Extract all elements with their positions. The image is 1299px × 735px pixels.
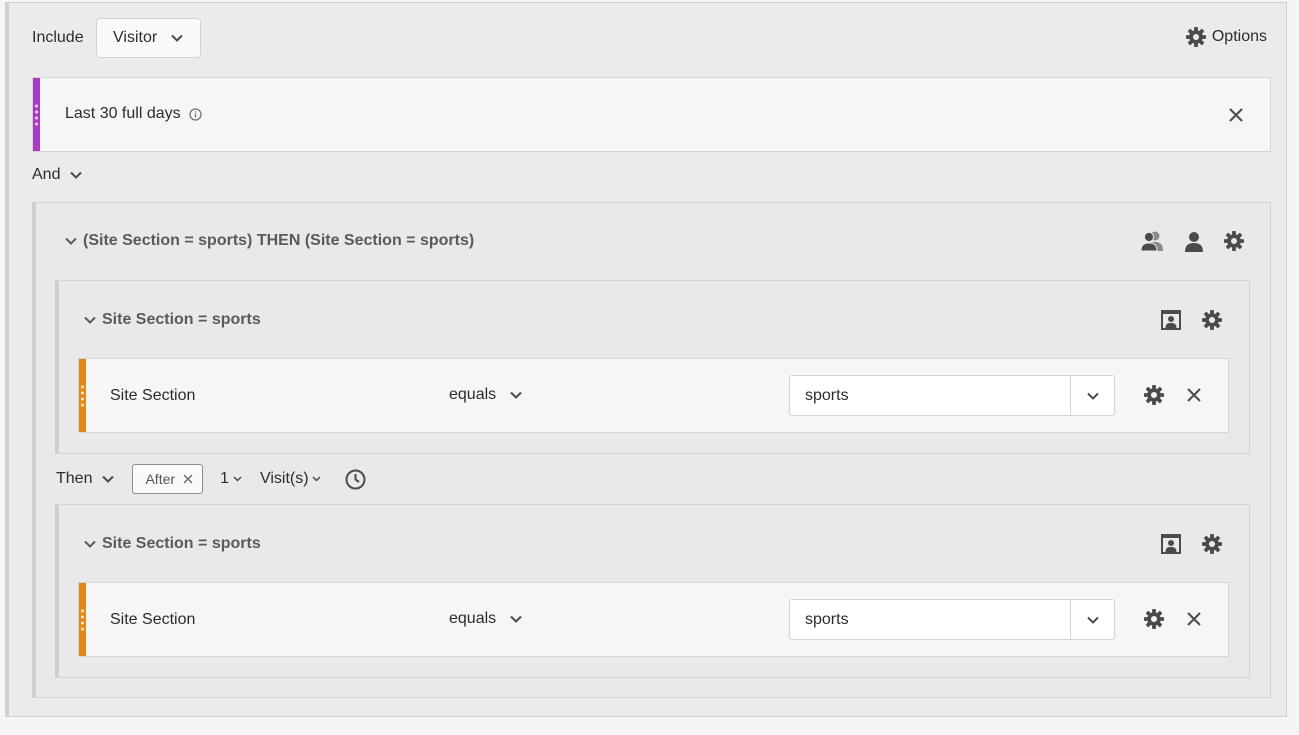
drag-handle-icon[interactable]: [81, 609, 84, 630]
condition-operator-dropdown[interactable]: equals: [449, 610, 522, 628]
gear-icon[interactable]: [1202, 309, 1222, 330]
chevron-down-icon: [1086, 616, 1099, 624]
chevron-down-icon: [84, 540, 96, 548]
checkpoint-title: Site Section = sports: [102, 535, 261, 552]
condition-value-combobox: [789, 375, 1115, 416]
sequence-header[interactable]: (Site Section = sports) THEN (Site Secti…: [65, 232, 474, 250]
chevron-down-icon: [84, 316, 96, 324]
user-icon[interactable]: [1184, 231, 1204, 252]
chevron-down-icon: [233, 476, 242, 482]
checkpoint-container: Site Section = sports Site Section equal…: [55, 504, 1250, 678]
people-group-icon[interactable]: [1140, 230, 1164, 252]
condition-value-input[interactable]: [790, 600, 1070, 639]
drag-handle-icon[interactable]: [35, 104, 38, 125]
options-label: Options: [1211, 28, 1267, 45]
checkpoint-container: Site Section = sports Site Section equal…: [55, 280, 1250, 454]
date-range-card: Last 30 full days: [32, 77, 1271, 152]
condition-row: Site Section equals: [78, 582, 1229, 657]
scope-value: Visitor: [113, 29, 158, 46]
condition-operator-dropdown[interactable]: equals: [449, 386, 522, 404]
sequence-title: (Site Section = sports) THEN (Site Secti…: [83, 232, 475, 249]
chevron-down-icon: [1086, 392, 1099, 400]
options-button[interactable]: Options: [1185, 27, 1267, 47]
condition-accent: [79, 359, 86, 432]
presenter-icon[interactable]: [1160, 533, 1182, 554]
chevron-down-icon: [171, 34, 183, 42]
condition-operator: equals: [449, 610, 497, 627]
condition-dimension: Site Section: [110, 387, 196, 404]
then-label: Then: [56, 470, 93, 487]
sequence-actions: [1140, 230, 1244, 252]
gear-icon[interactable]: [1202, 533, 1222, 554]
checkpoint-header[interactable]: Site Section = sports: [84, 311, 261, 329]
logic-operator-dropdown[interactable]: And: [32, 166, 83, 184]
chevron-down-icon: [510, 391, 522, 399]
restriction-count-dropdown[interactable]: 1: [220, 470, 242, 488]
presenter-icon[interactable]: [1160, 309, 1182, 330]
info-icon[interactable]: [189, 107, 202, 121]
date-range: Last 30 full days: [65, 105, 202, 123]
gear-icon[interactable]: [1144, 385, 1164, 405]
sequential-container: (Site Section = sports) THEN (Site Secti…: [32, 202, 1271, 698]
logic-operator-label: And: [32, 166, 61, 183]
gear-icon[interactable]: [1224, 231, 1244, 251]
date-range-accent: [33, 78, 40, 151]
condition-value-dropdown-button[interactable]: [1070, 600, 1114, 639]
clock-icon[interactable]: [345, 469, 366, 490]
checkpoint-header[interactable]: Site Section = sports: [84, 535, 261, 553]
condition-value-input[interactable]: [790, 376, 1070, 415]
remove-condition-close-icon[interactable]: [1186, 611, 1202, 627]
after-restriction-tag[interactable]: After: [132, 464, 204, 494]
condition-operator: equals: [449, 386, 497, 403]
chevron-down-icon: [312, 476, 321, 482]
remove-date-range-close-icon[interactable]: [1228, 107, 1244, 123]
chevron-down-icon: [510, 615, 522, 623]
checkpoint-actions: [1160, 533, 1222, 554]
include-label: Include: [32, 29, 84, 46]
chevron-down-icon: [65, 237, 77, 245]
condition-row: Site Section equals: [78, 358, 1229, 433]
segment-builder-panel: Include Visitor Options Last 30 full day…: [5, 2, 1287, 717]
condition-value-combobox: [789, 599, 1115, 640]
close-icon[interactable]: [183, 474, 193, 484]
scope-dropdown[interactable]: Visitor: [96, 18, 201, 58]
after-restriction-label: After: [145, 471, 176, 487]
then-chevron-down-icon[interactable]: [102, 475, 115, 483]
remove-condition-close-icon[interactable]: [1186, 387, 1202, 403]
chevron-down-icon: [70, 171, 83, 179]
date-range-label: Last 30 full days: [65, 105, 181, 122]
restriction-unit-dropdown[interactable]: Visit(s): [260, 470, 321, 488]
condition-dimension: Site Section: [110, 611, 196, 628]
checkpoint-title: Site Section = sports: [102, 311, 261, 328]
condition-value-dropdown-button[interactable]: [1070, 376, 1114, 415]
gear-icon: [1185, 27, 1206, 47]
then-restriction-row: Then After 1 Visit(s): [56, 464, 366, 494]
restriction-unit: Visit(s): [259, 470, 309, 487]
checkpoint-actions: [1160, 309, 1222, 330]
gear-icon[interactable]: [1144, 609, 1164, 629]
condition-accent: [79, 583, 86, 656]
restriction-count: 1: [220, 470, 229, 487]
drag-handle-icon[interactable]: [81, 385, 84, 406]
